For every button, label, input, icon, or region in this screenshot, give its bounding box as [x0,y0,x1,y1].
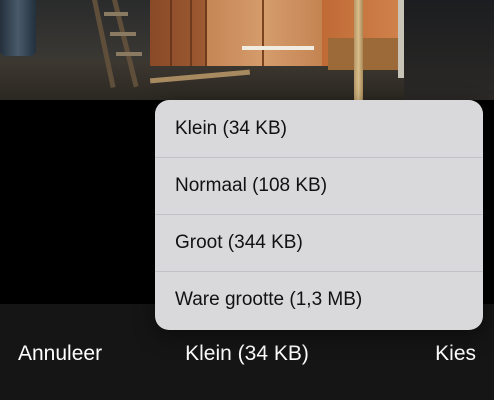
photo-door-split [262,0,264,66]
photo-ladder-step [104,12,128,16]
menu-item-actual-size[interactable]: Ware grootte (1,3 MB) [155,271,483,328]
photo-board [328,38,398,70]
photo-shed-plank [170,0,172,66]
size-options-menu: Klein (34 KB) Normaal (108 KB) Groot (34… [155,100,483,330]
photo-preview [0,0,494,100]
photo-shed-plank [190,0,192,66]
menu-item-small[interactable]: Klein (34 KB) [155,100,483,157]
photo-post [354,0,363,100]
photo-ladder-step [116,52,142,56]
menu-item-normal[interactable]: Normaal (108 KB) [155,157,483,214]
photo-size-picker-screen: Annuleer Klein (34 KB) Kies Klein (34 KB… [0,0,494,400]
photo-shed-door [205,0,324,66]
menu-item-large[interactable]: Groot (344 KB) [155,214,483,271]
choose-button[interactable]: Kies [435,342,476,366]
photo-door-bar [242,46,314,50]
photo-barrel [0,0,36,56]
selected-size-button[interactable]: Klein (34 KB) [0,342,494,366]
photo-background-right [404,0,494,100]
photo-ladder-step [110,32,136,36]
